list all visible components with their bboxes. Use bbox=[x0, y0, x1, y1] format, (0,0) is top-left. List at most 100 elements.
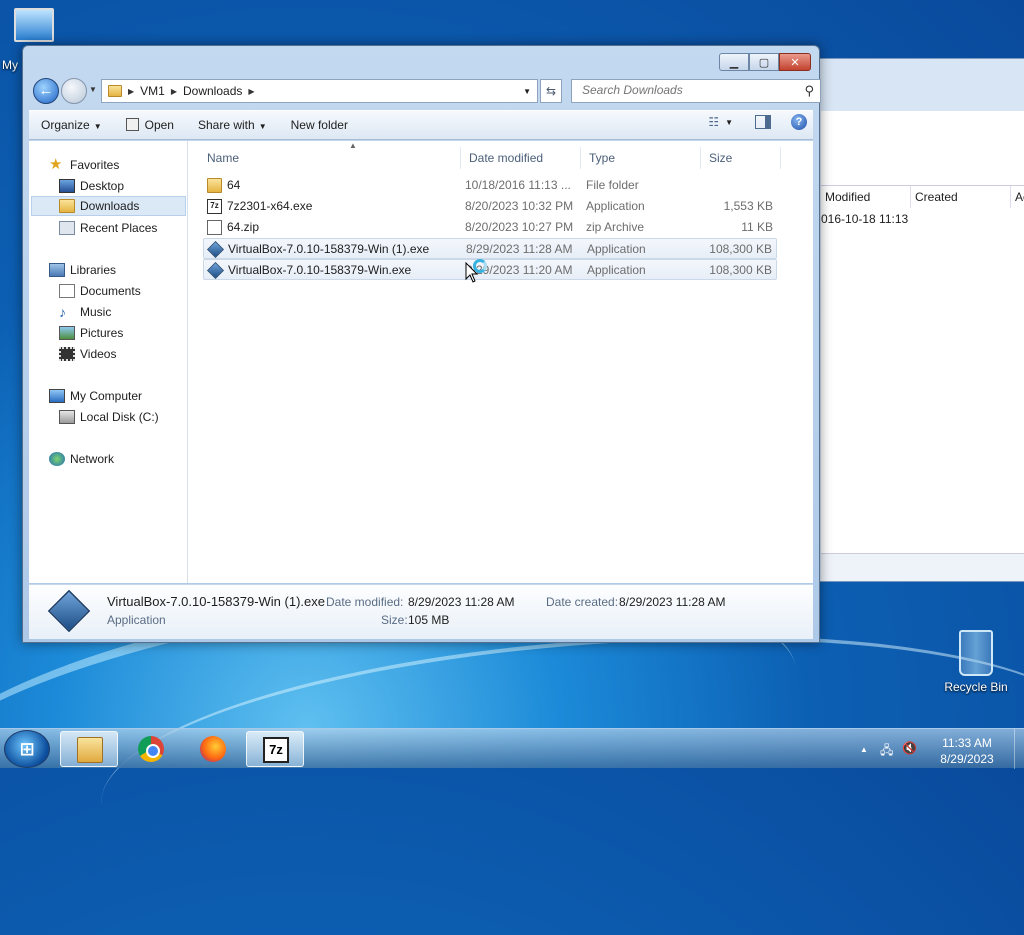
breadcrumb-separator-icon[interactable]: ▶ bbox=[171, 87, 177, 96]
preview-pane-icon[interactable] bbox=[755, 115, 771, 129]
column-header-size[interactable]: Size bbox=[701, 147, 781, 169]
taskbar: ⊞ 7z ▲ 🖧 🔇 11:33 AM 8/29/2023 bbox=[0, 728, 1024, 769]
nav-documents[interactable]: Documents bbox=[59, 281, 141, 301]
details-date-modified: 8/29/2023 11:28 AM bbox=[408, 595, 515, 609]
breadcrumb-vm1[interactable]: VM1 bbox=[140, 84, 165, 98]
new-folder-button[interactable]: New folder bbox=[279, 113, 360, 137]
close-button[interactable]: ✕ bbox=[779, 53, 811, 71]
column-header-name[interactable]: Name bbox=[199, 147, 461, 169]
back-button[interactable]: ← bbox=[33, 78, 59, 104]
nav-network[interactable]: Network bbox=[49, 449, 114, 469]
details-size: 105 MB bbox=[408, 613, 450, 627]
star-icon: ★ bbox=[49, 156, 63, 173]
hard-drive-icon bbox=[59, 410, 75, 424]
nav-local-disk[interactable]: Local Disk (C:) bbox=[59, 407, 159, 427]
file-list: Name ▲ Date modified Type Size 64 10/18/… bbox=[189, 141, 813, 583]
address-bar[interactable]: ▶ VM1 ▶ Downloads ▶ ▼ bbox=[101, 79, 538, 103]
open-icon bbox=[125, 118, 139, 131]
file-row[interactable]: 7z 7z2301-x64.exe 8/20/2023 10:32 PM App… bbox=[203, 196, 777, 217]
file-type: Application bbox=[586, 199, 645, 213]
back-arrow-icon: ← bbox=[38, 82, 54, 99]
forward-button[interactable] bbox=[61, 78, 87, 104]
file-name: VirtualBox-7.0.10-158379-Win.exe bbox=[228, 263, 412, 277]
nav-label: Pictures bbox=[80, 326, 124, 340]
nav-desktop[interactable]: Desktop bbox=[59, 176, 124, 196]
help-icon[interactable]: ? bbox=[791, 114, 807, 130]
change-view-icon[interactable]: ☷ bbox=[708, 115, 719, 129]
address-history-dropdown-icon[interactable]: ▼ bbox=[523, 87, 531, 96]
firefox-icon bbox=[200, 736, 226, 762]
column-header-date-modified[interactable]: Date modified bbox=[461, 147, 581, 169]
desktop-icon-my-computer[interactable]: My bbox=[0, 8, 60, 72]
taskbar-7zip[interactable]: 7z bbox=[246, 731, 304, 767]
nav-my-computer[interactable]: My Computer bbox=[49, 386, 142, 406]
file-row[interactable]: VirtualBox-7.0.10-158379-Win.exe 8/29/20… bbox=[203, 259, 777, 280]
breadcrumb-separator-icon[interactable]: ▶ bbox=[248, 87, 254, 96]
desktop-icon-recycle-bin[interactable]: Recycle Bin bbox=[940, 630, 1012, 694]
nav-favorites[interactable]: ★ Favorites bbox=[49, 155, 119, 175]
file-type: Application bbox=[587, 263, 646, 277]
navigation-bar: ← ▼ ▶ VM1 ▶ Downloads ▶ ▼ ⇆ ⚲ bbox=[31, 76, 821, 106]
organize-label: Organize bbox=[41, 118, 90, 132]
share-with-button[interactable]: Share with ▼ bbox=[186, 113, 279, 137]
caption-buttons: ▁ ▢ ✕ bbox=[719, 53, 811, 71]
details-filename: VirtualBox-7.0.10-158379-Win (1).exe bbox=[107, 594, 325, 609]
file-date: 10/18/2016 11:13 ... bbox=[465, 178, 571, 192]
nav-label: My Computer bbox=[70, 389, 143, 403]
column-header-modified[interactable]: Modified bbox=[821, 186, 911, 208]
breadcrumb-downloads[interactable]: Downloads bbox=[183, 84, 242, 98]
desktop-icon-label: My bbox=[2, 58, 18, 72]
column-header-ac[interactable]: Ac bbox=[1011, 186, 1024, 208]
zip-file-icon bbox=[207, 220, 222, 235]
file-row[interactable]: 64 10/18/2016 11:13 ... File folder bbox=[203, 175, 777, 196]
column-header-created[interactable]: Created bbox=[911, 186, 1011, 208]
volume-muted-icon[interactable]: 🔇 bbox=[902, 741, 917, 755]
show-desktop-button[interactable] bbox=[1014, 729, 1024, 769]
chrome-icon bbox=[138, 736, 164, 762]
busy-spinner-icon bbox=[473, 259, 487, 273]
view-options-dropdown-icon[interactable]: ▼ bbox=[725, 118, 733, 127]
refresh-icon: ⇆ bbox=[545, 84, 557, 98]
nav-label: Downloads bbox=[80, 199, 140, 213]
minimize-button[interactable]: ▁ bbox=[719, 53, 749, 71]
nav-label: Local Disk (C:) bbox=[80, 410, 159, 424]
recent-pages-dropdown[interactable]: ▼ bbox=[89, 85, 97, 94]
clock[interactable]: 11:33 AM 8/29/2023 bbox=[932, 735, 1002, 767]
nav-videos[interactable]: Videos bbox=[59, 344, 116, 364]
maximize-button[interactable]: ▢ bbox=[749, 53, 779, 71]
organize-button[interactable]: Organize ▼ bbox=[29, 113, 114, 137]
nav-recent-places[interactable]: Recent Places bbox=[59, 218, 157, 238]
sort-ascending-icon: ▲ bbox=[349, 141, 357, 150]
refresh-button[interactable]: ⇆ bbox=[540, 79, 562, 103]
nav-label: Videos bbox=[80, 347, 117, 361]
taskbar-windows-explorer[interactable] bbox=[60, 731, 118, 767]
nav-music[interactable]: ♪ Music bbox=[59, 302, 111, 322]
search-icon[interactable]: ⚲ bbox=[804, 83, 814, 99]
file-row[interactable]: VirtualBox-7.0.10-158379-Win (1).exe 8/2… bbox=[203, 238, 777, 259]
nav-libraries[interactable]: Libraries bbox=[49, 260, 116, 280]
nav-label: Favorites bbox=[70, 158, 120, 172]
search-box[interactable]: ⚲ bbox=[571, 79, 821, 103]
file-size: 11 KB bbox=[741, 220, 773, 234]
background-explorer-window[interactable]: Modified Created Ac 016-10-18 11:13 bbox=[790, 58, 1024, 582]
file-row[interactable]: 64.zip 8/20/2023 10:27 PM zip Archive 11… bbox=[203, 217, 777, 238]
desktop-icon-label: Recycle Bin bbox=[944, 680, 1008, 694]
nav-pictures[interactable]: Pictures bbox=[59, 323, 123, 343]
desktop-icon bbox=[59, 179, 75, 193]
file-name: 7z2301-x64.exe bbox=[227, 199, 313, 213]
column-header-type[interactable]: Type bbox=[581, 147, 701, 169]
breadcrumb-separator-icon[interactable]: ▶ bbox=[128, 87, 134, 96]
view-controls: ☷ ▼ ? bbox=[698, 114, 807, 130]
taskbar-firefox[interactable] bbox=[184, 731, 242, 767]
explorer-window[interactable]: ▁ ▢ ✕ ← ▼ ▶ VM1 ▶ Downloads ▶ ▼ ⇆ ⚲ Orga… bbox=[22, 45, 821, 643]
search-input[interactable] bbox=[580, 80, 790, 100]
show-hidden-icons-icon[interactable]: ▲ bbox=[860, 745, 868, 754]
start-button[interactable]: ⊞ bbox=[4, 730, 50, 768]
open-button[interactable]: Open bbox=[114, 113, 186, 137]
details-date-modified-label: Date modified: bbox=[326, 595, 404, 609]
network-icon[interactable]: 🖧 bbox=[880, 741, 893, 762]
downloads-folder-icon bbox=[59, 199, 75, 213]
taskbar-google-chrome[interactable] bbox=[122, 731, 180, 767]
navigation-pane: ★ Favorites Desktop Downloads Recent Plac… bbox=[29, 141, 188, 583]
nav-downloads[interactable]: Downloads bbox=[31, 196, 186, 216]
